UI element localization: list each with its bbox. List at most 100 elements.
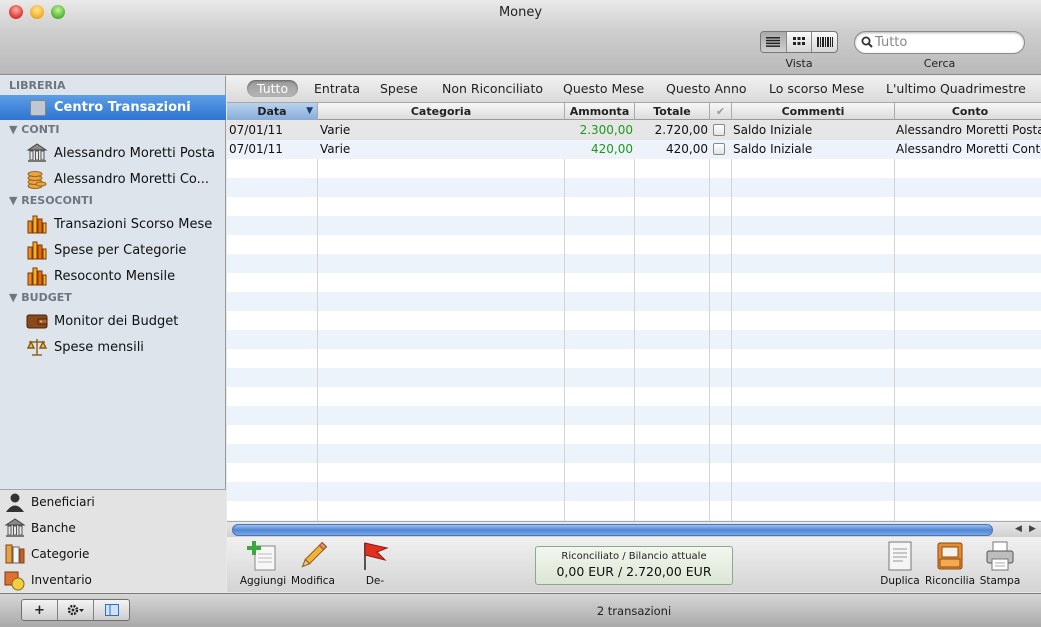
reconciled-balance-panel: Riconciliato / Bilancio attuale 0,00 EUR… bbox=[535, 546, 733, 585]
inventory-icon bbox=[4, 569, 26, 591]
column-header-reconciled[interactable]: ✔ bbox=[710, 103, 732, 120]
gear-icon[interactable] bbox=[58, 600, 94, 620]
table-row[interactable]: 07/01/11 Varie 2.300,00 2.720,00 Saldo I… bbox=[227, 121, 1041, 140]
printer-icon bbox=[975, 541, 1025, 571]
column-header-account[interactable]: Conto bbox=[895, 103, 1041, 120]
cell-comment: Saldo Iniziale bbox=[733, 123, 813, 137]
flag-button[interactable]: De- bbox=[350, 541, 400, 587]
accounts-header[interactable]: ▼ CONTI bbox=[9, 123, 60, 136]
cell-date: 07/01/11 bbox=[229, 142, 283, 156]
cell-total: 420,00 bbox=[666, 142, 708, 156]
view-switcher[interactable] bbox=[760, 31, 838, 53]
sidebar-item-categories[interactable]: Categorie bbox=[4, 542, 214, 566]
filter-last-quarter[interactable]: L'ultimo Quadrimestre bbox=[886, 81, 1026, 96]
sidebar-item-banks[interactable]: Banche bbox=[4, 516, 214, 540]
sidebar-item-label: Centro Transazioni bbox=[54, 100, 191, 115]
reconcile-button[interactable]: Riconcilia bbox=[925, 541, 975, 587]
search-icon bbox=[861, 36, 873, 51]
filter-this-year[interactable]: Questo Anno bbox=[666, 81, 747, 96]
cell-category: Varie bbox=[320, 123, 351, 137]
library-header: LIBRERIA bbox=[9, 79, 66, 92]
cell-amount: 2.300,00 bbox=[579, 123, 633, 137]
sidebar-bottom-nav: Beneficiari Banche Categorie Inventario bbox=[0, 489, 226, 592]
table-row[interactable]: 07/01/11 Varie 420,00 420,00 Saldo Inizi… bbox=[227, 140, 1041, 159]
sort-desc-icon: ▼ bbox=[306, 106, 313, 116]
column-header-amount[interactable]: Ammonta bbox=[565, 103, 635, 120]
budget-header[interactable]: ▼ BUDGET bbox=[9, 291, 72, 304]
edit-button[interactable]: Modifica bbox=[288, 541, 338, 587]
scroll-left-icon[interactable]: ◀ bbox=[1015, 524, 1022, 534]
bar-chart-icon bbox=[26, 239, 48, 261]
transactions-table: 07/01/11 Varie 2.300,00 2.720,00 Saldo I… bbox=[227, 121, 1041, 521]
reports-header[interactable]: ▼ RESOCONTI bbox=[9, 194, 93, 207]
coins-icon bbox=[26, 168, 48, 190]
add-button[interactable]: Aggiungi bbox=[238, 541, 288, 587]
filter-expenses[interactable]: Spese bbox=[380, 81, 418, 96]
grid-view-icon[interactable] bbox=[787, 32, 813, 52]
sidebar-item-label: Transazioni Scorso Mese bbox=[54, 216, 213, 232]
scales-icon bbox=[26, 336, 48, 358]
sidebar-item-report[interactable]: Spese per Categorie bbox=[26, 238, 222, 262]
sidebar-item-label: Alessandro Moretti Co... bbox=[54, 171, 210, 187]
scrollbar-thumb[interactable] bbox=[232, 524, 993, 536]
duplicate-button[interactable]: Duplica bbox=[875, 541, 925, 587]
cell-amount: 420,00 bbox=[591, 142, 633, 156]
print-button[interactable]: Stampa bbox=[975, 541, 1025, 587]
search-field[interactable]: Tutto bbox=[854, 31, 1025, 54]
cell-total: 2.720,00 bbox=[654, 123, 708, 137]
sidebar-item-label: Monitor dei Budget bbox=[54, 313, 179, 329]
app-window: Money Vista Tutto Cerca LIBRERIA Centro bbox=[0, 0, 1041, 627]
window-title: Money bbox=[498, 5, 543, 20]
sidebar-item-label: Spese mensili bbox=[54, 339, 144, 355]
transaction-count: 2 transazioni bbox=[596, 604, 672, 618]
titlebar: Money Vista Tutto Cerca bbox=[0, 0, 1041, 75]
column-header-category[interactable]: Categoria bbox=[318, 103, 565, 120]
document-icon bbox=[875, 541, 925, 571]
reconciled-label: Riconciliato / Bilancio attuale bbox=[561, 551, 707, 562]
sidebar-item-inventory[interactable]: Inventario bbox=[4, 568, 214, 592]
sidebar-controls: + bbox=[21, 599, 130, 621]
filter-this-month[interactable]: Questo Mese bbox=[563, 81, 644, 96]
scroll-right-icon[interactable]: ▶ bbox=[1029, 524, 1036, 534]
column-header-total[interactable]: Totale bbox=[635, 103, 710, 120]
sidebar-item-label: Alessandro Moretti Posta bbox=[54, 145, 215, 161]
sidebar-item-budget[interactable]: Monitor dei Budget bbox=[26, 309, 222, 333]
toggle-sidebar-icon[interactable] bbox=[94, 600, 129, 620]
person-icon bbox=[4, 491, 26, 513]
safe-icon bbox=[30, 99, 46, 116]
column-header-comments[interactable]: Commenti bbox=[732, 103, 895, 120]
sidebar-item-transaction-center[interactable]: Centro Transazioni bbox=[0, 95, 226, 120]
reconciled-checkbox[interactable] bbox=[713, 124, 725, 136]
list-view-icon[interactable] bbox=[761, 32, 787, 52]
add-document-icon bbox=[238, 541, 288, 571]
sidebar-item-account[interactable]: Alessandro Moretti Posta bbox=[26, 141, 222, 165]
column-header-date[interactable]: Data ▼ bbox=[227, 103, 318, 120]
sidebar-item-report[interactable]: Transazioni Scorso Mese bbox=[26, 212, 222, 236]
cell-account: Alessandro Moretti Posta bbox=[896, 123, 1041, 137]
filter-income[interactable]: Entrata bbox=[314, 81, 360, 96]
cell-date: 07/01/11 bbox=[229, 123, 283, 137]
sidebar-item-label: Spese per Categorie bbox=[54, 242, 187, 258]
wallet-icon bbox=[26, 310, 48, 332]
filter-unreconciled[interactable]: Non Riconciliato bbox=[442, 81, 543, 96]
bar-chart-icon bbox=[26, 213, 48, 235]
filter-last-month[interactable]: Lo scorso Mese bbox=[769, 81, 864, 96]
filter-bar: Tutto Entrata Spese Non Riconciliato Que… bbox=[227, 76, 1041, 103]
cell-category: Varie bbox=[320, 142, 351, 156]
sidebar-item-budget[interactable]: Spese mensili bbox=[26, 335, 222, 359]
filter-all[interactable]: Tutto bbox=[247, 80, 299, 97]
sidebar-item-label: Resoconto Mensile bbox=[54, 268, 176, 284]
cell-account: Alessandro Moretti Conto bbox=[896, 142, 1041, 156]
reconciled-checkbox[interactable] bbox=[713, 143, 725, 155]
horizontal-scrollbar[interactable]: ◀ ▶ bbox=[227, 521, 1041, 537]
add-icon[interactable]: + bbox=[22, 600, 58, 620]
reconciled-value: 0,00 EUR / 2.720,00 EUR bbox=[556, 564, 712, 579]
barcode-view-icon[interactable] bbox=[812, 32, 837, 52]
sidebar-item-account[interactable]: Alessandro Moretti Co... bbox=[26, 167, 222, 191]
sidebar-item-report[interactable]: Resoconto Mensile bbox=[26, 264, 222, 288]
status-bar: + 2 transazioni bbox=[0, 593, 1041, 627]
inbox-tray-icon bbox=[925, 541, 975, 571]
pencil-icon bbox=[288, 541, 338, 571]
sidebar-item-payees[interactable]: Beneficiari bbox=[4, 490, 214, 514]
bank-icon bbox=[26, 142, 48, 164]
